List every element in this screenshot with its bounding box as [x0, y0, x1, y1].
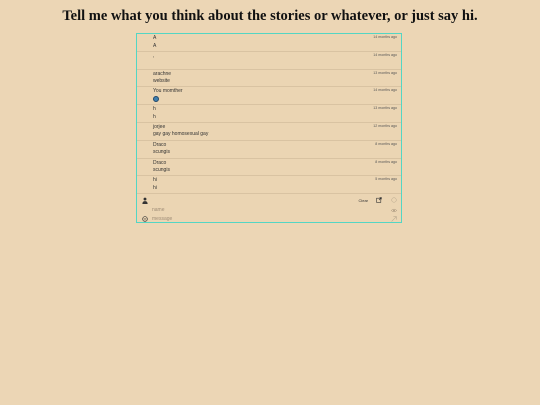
comment-widget: A A 14 months ago , 14 months ago arachn…: [136, 33, 402, 223]
comment-item: A A 14 months ago: [137, 34, 401, 52]
comment-author: Draco: [153, 159, 167, 166]
user-icon: [142, 197, 148, 204]
comment-message: scungis: [153, 149, 170, 156]
comment-timestamp: 14 months ago: [373, 88, 397, 93]
comment-list: A A 14 months ago , 14 months ago arachn…: [137, 34, 401, 195]
name-row: [137, 206, 401, 215]
comment-timestamp: 5 months ago: [375, 177, 397, 182]
comment-author: hi: [153, 177, 157, 184]
comment-timestamp: 14 months ago: [373, 52, 397, 57]
comment-item: jorjee gay gay homosexual gay 12 months …: [137, 123, 401, 141]
comment-message: h: [153, 113, 156, 120]
comment-author: h: [153, 106, 156, 113]
comment-item: Draco scungis 8 months ago: [137, 159, 401, 177]
toggle-circle-icon[interactable]: [391, 197, 397, 203]
external-link-icon[interactable]: [376, 197, 382, 203]
name-input[interactable]: [152, 206, 372, 214]
clear-button[interactable]: Clear: [358, 198, 368, 203]
comment-author: Draco: [153, 141, 167, 148]
eye-icon: [391, 208, 397, 212]
comment-form: Clear: [137, 194, 401, 224]
avatar: [153, 96, 159, 103]
message-row: [137, 215, 401, 224]
comment-timestamp: 8 months ago: [375, 159, 397, 164]
comment-author: jorjee: [153, 123, 166, 130]
comment-message: website: [153, 78, 170, 85]
emoji-icon[interactable]: [142, 216, 148, 222]
send-icon[interactable]: [391, 216, 397, 222]
comment-message: scungis: [153, 167, 170, 174]
comment-author: A: [153, 35, 157, 41]
comment-timestamp: 8 months ago: [375, 141, 397, 146]
comment-item: hi hi 5 months ago: [137, 176, 401, 195]
comment-message: hi: [153, 184, 157, 191]
comment-message: gay gay homosexual gay: [153, 131, 209, 138]
comment-author: You momther: [153, 88, 183, 95]
comment-timestamp: 14 months ago: [373, 35, 397, 39]
comment-timestamp: 13 months ago: [373, 106, 397, 111]
comment-timestamp: 12 months ago: [373, 123, 397, 128]
comment-message: A: [153, 42, 157, 49]
comment-author: arachne: [153, 70, 172, 77]
page-heading: Tell me what you think about the stories…: [62, 8, 478, 24]
message-input[interactable]: [152, 215, 372, 223]
comment-item: You momther 14 months ago: [137, 87, 401, 106]
comment-author: ,: [153, 52, 155, 59]
comment-item: Draco scungis 8 months ago: [137, 141, 401, 159]
comment-item: arachne website 13 months ago: [137, 70, 401, 88]
comment-timestamp: 13 months ago: [373, 70, 397, 75]
comment-item: , 14 months ago: [137, 52, 401, 70]
comment-item: h h 13 months ago: [137, 105, 401, 123]
form-toolbar-row: Clear: [137, 196, 401, 205]
